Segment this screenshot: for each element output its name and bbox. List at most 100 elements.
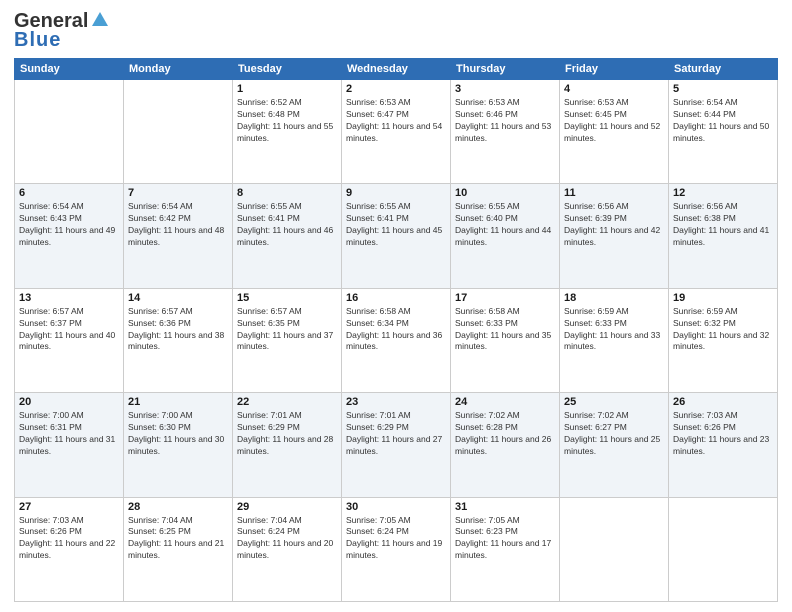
- cell-info: Sunrise: 7:00 AMSunset: 6:30 PMDaylight:…: [128, 410, 228, 458]
- cell-day-number: 6: [19, 187, 119, 199]
- weekday-header-wednesday: Wednesday: [342, 59, 451, 80]
- cell-day-number: 16: [346, 292, 446, 304]
- cell-day-number: 21: [128, 396, 228, 408]
- weekday-header-tuesday: Tuesday: [233, 59, 342, 80]
- week-row-5: 27 Sunrise: 7:03 AMSunset: 6:26 PMDayligh…: [15, 497, 778, 601]
- week-row-2: 6 Sunrise: 6:54 AMSunset: 6:43 PMDaylight…: [15, 184, 778, 288]
- calendar-cell: 1 Sunrise: 6:52 AMSunset: 6:48 PMDaylight…: [233, 80, 342, 184]
- cell-info: Sunrise: 6:56 AMSunset: 6:38 PMDaylight:…: [673, 201, 773, 249]
- cell-info: Sunrise: 6:58 AMSunset: 6:34 PMDaylight:…: [346, 306, 446, 354]
- cell-day-number: 19: [673, 292, 773, 304]
- cell-info: Sunrise: 6:54 AMSunset: 6:43 PMDaylight:…: [19, 201, 119, 249]
- cell-day-number: 24: [455, 396, 555, 408]
- week-row-1: 1 Sunrise: 6:52 AMSunset: 6:48 PMDaylight…: [15, 80, 778, 184]
- cell-day-number: 10: [455, 187, 555, 199]
- calendar-table: SundayMondayTuesdayWednesdayThursdayFrid…: [14, 58, 778, 602]
- cell-day-number: 18: [564, 292, 664, 304]
- calendar-cell: 2 Sunrise: 6:53 AMSunset: 6:47 PMDaylight…: [342, 80, 451, 184]
- cell-info: Sunrise: 6:57 AMSunset: 6:36 PMDaylight:…: [128, 306, 228, 354]
- page: General Blue SundayMondayTuesdayWednesda…: [0, 0, 792, 612]
- cell-day-number: 12: [673, 187, 773, 199]
- cell-info: Sunrise: 6:54 AMSunset: 6:42 PMDaylight:…: [128, 201, 228, 249]
- calendar-cell: 24 Sunrise: 7:02 AMSunset: 6:28 PMDayligh…: [451, 393, 560, 497]
- cell-info: Sunrise: 6:53 AMSunset: 6:47 PMDaylight:…: [346, 97, 446, 145]
- calendar-cell: 14 Sunrise: 6:57 AMSunset: 6:36 PMDayligh…: [124, 288, 233, 392]
- calendar-cell: 26 Sunrise: 7:03 AMSunset: 6:26 PMDayligh…: [669, 393, 778, 497]
- weekday-header-thursday: Thursday: [451, 59, 560, 80]
- cell-day-number: 2: [346, 83, 446, 95]
- weekday-header-saturday: Saturday: [669, 59, 778, 80]
- cell-day-number: 8: [237, 187, 337, 199]
- cell-day-number: 29: [237, 501, 337, 513]
- calendar-cell: 16 Sunrise: 6:58 AMSunset: 6:34 PMDayligh…: [342, 288, 451, 392]
- calendar-cell: 15 Sunrise: 6:57 AMSunset: 6:35 PMDayligh…: [233, 288, 342, 392]
- cell-info: Sunrise: 6:58 AMSunset: 6:33 PMDaylight:…: [455, 306, 555, 354]
- cell-info: Sunrise: 6:59 AMSunset: 6:33 PMDaylight:…: [564, 306, 664, 354]
- logo-blue-text: Blue: [14, 29, 61, 52]
- cell-day-number: 27: [19, 501, 119, 513]
- cell-day-number: 15: [237, 292, 337, 304]
- cell-day-number: 11: [564, 187, 664, 199]
- week-row-3: 13Sunrise: 6:57 AMSunset: 6:37 PMDayligh…: [15, 288, 778, 392]
- cell-day-number: 1: [237, 83, 337, 95]
- cell-day-number: 4: [564, 83, 664, 95]
- calendar-cell: 9 Sunrise: 6:55 AMSunset: 6:41 PMDaylight…: [342, 184, 451, 288]
- calendar-cell: 10Sunrise: 6:55 AMSunset: 6:40 PMDayligh…: [451, 184, 560, 288]
- cell-info: Sunrise: 7:01 AMSunset: 6:29 PMDaylight:…: [346, 410, 446, 458]
- weekday-header-row: SundayMondayTuesdayWednesdayThursdayFrid…: [15, 59, 778, 80]
- cell-info: Sunrise: 7:03 AMSunset: 6:26 PMDaylight:…: [19, 515, 119, 563]
- calendar-cell: 3 Sunrise: 6:53 AMSunset: 6:46 PMDaylight…: [451, 80, 560, 184]
- cell-day-number: 28: [128, 501, 228, 513]
- cell-day-number: 7: [128, 187, 228, 199]
- cell-day-number: 23: [346, 396, 446, 408]
- week-row-4: 20 Sunrise: 7:00 AMSunset: 6:31 PMDayligh…: [15, 393, 778, 497]
- calendar-cell: 19 Sunrise: 6:59 AMSunset: 6:32 PMDayligh…: [669, 288, 778, 392]
- cell-info: Sunrise: 6:53 AMSunset: 6:46 PMDaylight:…: [455, 97, 555, 145]
- calendar-cell: 5Sunrise: 6:54 AMSunset: 6:44 PMDaylight…: [669, 80, 778, 184]
- calendar-cell: [669, 497, 778, 601]
- cell-info: Sunrise: 7:02 AMSunset: 6:27 PMDaylight:…: [564, 410, 664, 458]
- cell-day-number: 9: [346, 187, 446, 199]
- cell-info: Sunrise: 7:02 AMSunset: 6:28 PMDaylight:…: [455, 410, 555, 458]
- cell-info: Sunrise: 7:00 AMSunset: 6:31 PMDaylight:…: [19, 410, 119, 458]
- logo: General Blue: [14, 10, 109, 52]
- cell-day-number: 26: [673, 396, 773, 408]
- calendar-cell: 21 Sunrise: 7:00 AMSunset: 6:30 PMDayligh…: [124, 393, 233, 497]
- cell-day-number: 30: [346, 501, 446, 513]
- cell-day-number: 5: [673, 83, 773, 95]
- cell-day-number: 17: [455, 292, 555, 304]
- cell-info: Sunrise: 7:05 AMSunset: 6:24 PMDaylight:…: [346, 515, 446, 563]
- calendar-cell: 22Sunrise: 7:01 AMSunset: 6:29 PMDayligh…: [233, 393, 342, 497]
- calendar-cell: 18 Sunrise: 6:59 AMSunset: 6:33 PMDayligh…: [560, 288, 669, 392]
- cell-info: Sunrise: 6:55 AMSunset: 6:41 PMDaylight:…: [346, 201, 446, 249]
- cell-day-number: 20: [19, 396, 119, 408]
- weekday-header-sunday: Sunday: [15, 59, 124, 80]
- calendar-cell: 13Sunrise: 6:57 AMSunset: 6:37 PMDayligh…: [15, 288, 124, 392]
- calendar-cell: 12 Sunrise: 6:56 AMSunset: 6:38 PMDayligh…: [669, 184, 778, 288]
- cell-day-number: 13: [19, 292, 119, 304]
- cell-info: Sunrise: 6:55 AMSunset: 6:41 PMDaylight:…: [237, 201, 337, 249]
- cell-info: Sunrise: 6:57 AMSunset: 6:35 PMDaylight:…: [237, 306, 337, 354]
- calendar-cell: [15, 80, 124, 184]
- cell-day-number: 3: [455, 83, 555, 95]
- cell-info: Sunrise: 6:59 AMSunset: 6:32 PMDaylight:…: [673, 306, 773, 354]
- cell-day-number: 22: [237, 396, 337, 408]
- calendar-cell: 6 Sunrise: 6:54 AMSunset: 6:43 PMDaylight…: [15, 184, 124, 288]
- calendar-cell: 23 Sunrise: 7:01 AMSunset: 6:29 PMDayligh…: [342, 393, 451, 497]
- cell-day-number: 14: [128, 292, 228, 304]
- calendar-cell: 8 Sunrise: 6:55 AMSunset: 6:41 PMDaylight…: [233, 184, 342, 288]
- cell-info: Sunrise: 7:05 AMSunset: 6:23 PMDaylight:…: [455, 515, 555, 563]
- calendar-cell: 4Sunrise: 6:53 AMSunset: 6:45 PMDaylight…: [560, 80, 669, 184]
- calendar-cell: 27 Sunrise: 7:03 AMSunset: 6:26 PMDayligh…: [15, 497, 124, 601]
- cell-info: Sunrise: 7:04 AMSunset: 6:25 PMDaylight:…: [128, 515, 228, 563]
- calendar-cell: 30 Sunrise: 7:05 AMSunset: 6:24 PMDayligh…: [342, 497, 451, 601]
- header: General Blue: [14, 10, 778, 52]
- calendar-cell: 7 Sunrise: 6:54 AMSunset: 6:42 PMDaylight…: [124, 184, 233, 288]
- calendar-cell: 28 Sunrise: 7:04 AMSunset: 6:25 PMDayligh…: [124, 497, 233, 601]
- cell-info: Sunrise: 7:04 AMSunset: 6:24 PMDaylight:…: [237, 515, 337, 563]
- calendar-cell: 17 Sunrise: 6:58 AMSunset: 6:33 PMDayligh…: [451, 288, 560, 392]
- cell-info: Sunrise: 6:52 AMSunset: 6:48 PMDaylight:…: [237, 97, 337, 145]
- cell-info: Sunrise: 7:03 AMSunset: 6:26 PMDaylight:…: [673, 410, 773, 458]
- cell-day-number: 31: [455, 501, 555, 513]
- calendar-cell: 29 Sunrise: 7:04 AMSunset: 6:24 PMDayligh…: [233, 497, 342, 601]
